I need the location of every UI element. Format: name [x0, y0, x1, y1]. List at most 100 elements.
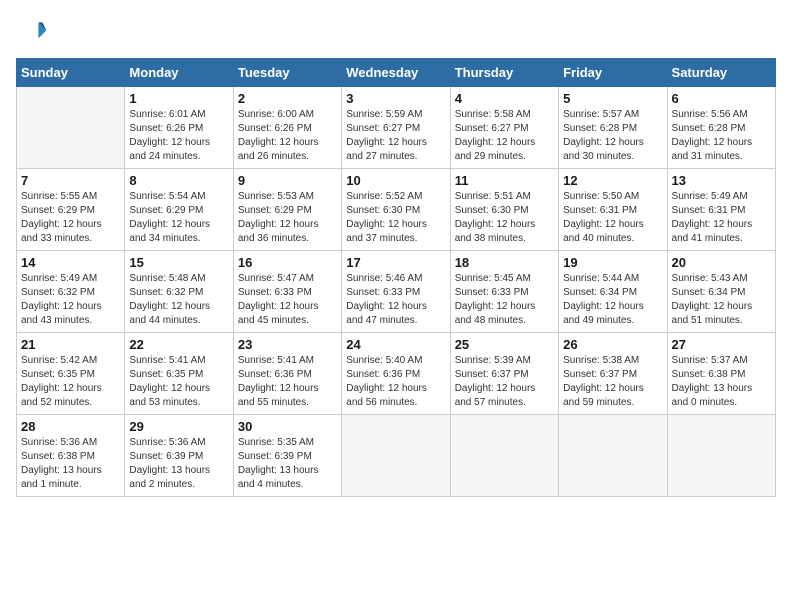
calendar-header-row: SundayMondayTuesdayWednesdayThursdayFrid… — [17, 59, 776, 87]
day-info: Sunrise: 5:47 AMSunset: 6:33 PMDaylight:… — [238, 272, 337, 328]
day-cell: 11 Sunrise: 5:51 AMSunset: 6:30 PMDayligh… — [450, 169, 558, 251]
day-number: 2 — [238, 91, 337, 106]
day-number: 16 — [238, 255, 337, 270]
day-info: Sunrise: 5:54 AMSunset: 6:29 PMDaylight:… — [129, 190, 228, 246]
day-cell — [17, 87, 125, 169]
day-number: 12 — [563, 173, 662, 188]
day-cell — [667, 415, 775, 497]
logo — [16, 16, 52, 48]
day-cell: 23 Sunrise: 5:41 AMSunset: 6:36 PMDayligh… — [233, 333, 341, 415]
header-sunday: Sunday — [17, 59, 125, 87]
day-info: Sunrise: 5:55 AMSunset: 6:29 PMDaylight:… — [21, 190, 120, 246]
day-number: 18 — [455, 255, 554, 270]
day-cell: 7Sunrise: 5:55 AMSunset: 6:29 PMDaylight… — [17, 169, 125, 251]
day-number: 15 — [129, 255, 228, 270]
day-info: Sunrise: 5:42 AMSunset: 6:35 PMDaylight:… — [21, 354, 120, 410]
day-number: 17 — [346, 255, 445, 270]
header-tuesday: Tuesday — [233, 59, 341, 87]
header-thursday: Thursday — [450, 59, 558, 87]
week-row-4: 21 Sunrise: 5:42 AMSunset: 6:35 PMDayligh… — [17, 333, 776, 415]
day-number: 21 — [21, 337, 120, 352]
day-info: Sunrise: 5:41 AMSunset: 6:36 PMDaylight:… — [238, 354, 337, 410]
day-cell: 3 Sunrise: 5:59 AMSunset: 6:27 PMDaylight… — [342, 87, 450, 169]
week-row-1: 1 Sunrise: 6:01 AMSunset: 6:26 PMDaylight… — [17, 87, 776, 169]
logo-icon — [16, 16, 48, 48]
day-number: 29 — [129, 419, 228, 434]
day-info: Sunrise: 6:00 AMSunset: 6:26 PMDaylight:… — [238, 108, 337, 164]
day-number: 6 — [672, 91, 771, 106]
day-number: 10 — [346, 173, 445, 188]
day-number: 9 — [238, 173, 337, 188]
header-monday: Monday — [125, 59, 233, 87]
day-number: 13 — [672, 173, 771, 188]
day-number: 5 — [563, 91, 662, 106]
day-number: 8 — [129, 173, 228, 188]
day-info: Sunrise: 5:56 AMSunset: 6:28 PMDaylight:… — [672, 108, 771, 164]
day-cell: 6 Sunrise: 5:56 AMSunset: 6:28 PMDaylight… — [667, 87, 775, 169]
day-cell: 13 Sunrise: 5:49 AMSunset: 6:31 PMDayligh… — [667, 169, 775, 251]
day-number: 11 — [455, 173, 554, 188]
day-cell: 9Sunrise: 5:53 AMSunset: 6:29 PMDaylight… — [233, 169, 341, 251]
day-number: 22 — [129, 337, 228, 352]
day-cell — [450, 415, 558, 497]
calendar-table: SundayMondayTuesdayWednesdayThursdayFrid… — [16, 58, 776, 497]
week-row-3: 14Sunrise: 5:49 AMSunset: 6:32 PMDayligh… — [17, 251, 776, 333]
day-cell: 21 Sunrise: 5:42 AMSunset: 6:35 PMDayligh… — [17, 333, 125, 415]
day-cell: 8 Sunrise: 5:54 AMSunset: 6:29 PMDaylight… — [125, 169, 233, 251]
day-cell: 17 Sunrise: 5:46 AMSunset: 6:33 PMDayligh… — [342, 251, 450, 333]
day-cell: 20Sunrise: 5:43 AMSunset: 6:34 PMDayligh… — [667, 251, 775, 333]
day-number: 27 — [672, 337, 771, 352]
day-cell: 4 Sunrise: 5:58 AMSunset: 6:27 PMDaylight… — [450, 87, 558, 169]
day-number: 19 — [563, 255, 662, 270]
day-info: Sunrise: 5:38 AMSunset: 6:37 PMDaylight:… — [563, 354, 662, 410]
day-number: 3 — [346, 91, 445, 106]
week-row-5: 28 Sunrise: 5:36 AMSunset: 6:38 PMDayligh… — [17, 415, 776, 497]
day-cell — [559, 415, 667, 497]
header-saturday: Saturday — [667, 59, 775, 87]
day-cell — [342, 415, 450, 497]
day-number: 20 — [672, 255, 771, 270]
day-cell: 12 Sunrise: 5:50 AMSunset: 6:31 PMDayligh… — [559, 169, 667, 251]
day-cell: 27Sunrise: 5:37 AMSunset: 6:38 PMDayligh… — [667, 333, 775, 415]
day-cell: 30 Sunrise: 5:35 AMSunset: 6:39 PMDayligh… — [233, 415, 341, 497]
day-info: Sunrise: 5:49 AMSunset: 6:32 PMDaylight:… — [21, 272, 120, 328]
day-info: Sunrise: 5:50 AMSunset: 6:31 PMDaylight:… — [563, 190, 662, 246]
day-cell: 1 Sunrise: 6:01 AMSunset: 6:26 PMDaylight… — [125, 87, 233, 169]
day-info: Sunrise: 5:59 AMSunset: 6:27 PMDaylight:… — [346, 108, 445, 164]
week-row-2: 7Sunrise: 5:55 AMSunset: 6:29 PMDaylight… — [17, 169, 776, 251]
day-cell: 18Sunrise: 5:45 AMSunset: 6:33 PMDayligh… — [450, 251, 558, 333]
day-info: Sunrise: 6:01 AMSunset: 6:26 PMDaylight:… — [129, 108, 228, 164]
day-cell: 10 Sunrise: 5:52 AMSunset: 6:30 PMDayligh… — [342, 169, 450, 251]
day-info: Sunrise: 5:52 AMSunset: 6:30 PMDaylight:… — [346, 190, 445, 246]
day-number: 23 — [238, 337, 337, 352]
day-info: Sunrise: 5:58 AMSunset: 6:27 PMDaylight:… — [455, 108, 554, 164]
day-info: Sunrise: 5:48 AMSunset: 6:32 PMDaylight:… — [129, 272, 228, 328]
day-cell: 24Sunrise: 5:40 AMSunset: 6:36 PMDayligh… — [342, 333, 450, 415]
day-number: 28 — [21, 419, 120, 434]
day-number: 26 — [563, 337, 662, 352]
day-cell: 19 Sunrise: 5:44 AMSunset: 6:34 PMDayligh… — [559, 251, 667, 333]
day-info: Sunrise: 5:39 AMSunset: 6:37 PMDaylight:… — [455, 354, 554, 410]
day-info: Sunrise: 5:51 AMSunset: 6:30 PMDaylight:… — [455, 190, 554, 246]
day-number: 4 — [455, 91, 554, 106]
day-number: 25 — [455, 337, 554, 352]
day-cell: 22 Sunrise: 5:41 AMSunset: 6:35 PMDayligh… — [125, 333, 233, 415]
day-info: Sunrise: 5:57 AMSunset: 6:28 PMDaylight:… — [563, 108, 662, 164]
day-info: Sunrise: 5:40 AMSunset: 6:36 PMDaylight:… — [346, 354, 445, 410]
day-cell: 2 Sunrise: 6:00 AMSunset: 6:26 PMDaylight… — [233, 87, 341, 169]
day-info: Sunrise: 5:44 AMSunset: 6:34 PMDaylight:… — [563, 272, 662, 328]
day-number: 30 — [238, 419, 337, 434]
day-info: Sunrise: 5:49 AMSunset: 6:31 PMDaylight:… — [672, 190, 771, 246]
day-info: Sunrise: 5:36 AMSunset: 6:38 PMDaylight:… — [21, 436, 120, 492]
day-number: 1 — [129, 91, 228, 106]
header-wednesday: Wednesday — [342, 59, 450, 87]
day-info: Sunrise: 5:41 AMSunset: 6:35 PMDaylight:… — [129, 354, 228, 410]
day-cell: 26 Sunrise: 5:38 AMSunset: 6:37 PMDayligh… — [559, 333, 667, 415]
page-header — [16, 16, 776, 48]
day-info: Sunrise: 5:36 AMSunset: 6:39 PMDaylight:… — [129, 436, 228, 492]
day-cell: 15 Sunrise: 5:48 AMSunset: 6:32 PMDayligh… — [125, 251, 233, 333]
day-cell: 14Sunrise: 5:49 AMSunset: 6:32 PMDayligh… — [17, 251, 125, 333]
day-info: Sunrise: 5:35 AMSunset: 6:39 PMDaylight:… — [238, 436, 337, 492]
header-friday: Friday — [559, 59, 667, 87]
day-info: Sunrise: 5:46 AMSunset: 6:33 PMDaylight:… — [346, 272, 445, 328]
